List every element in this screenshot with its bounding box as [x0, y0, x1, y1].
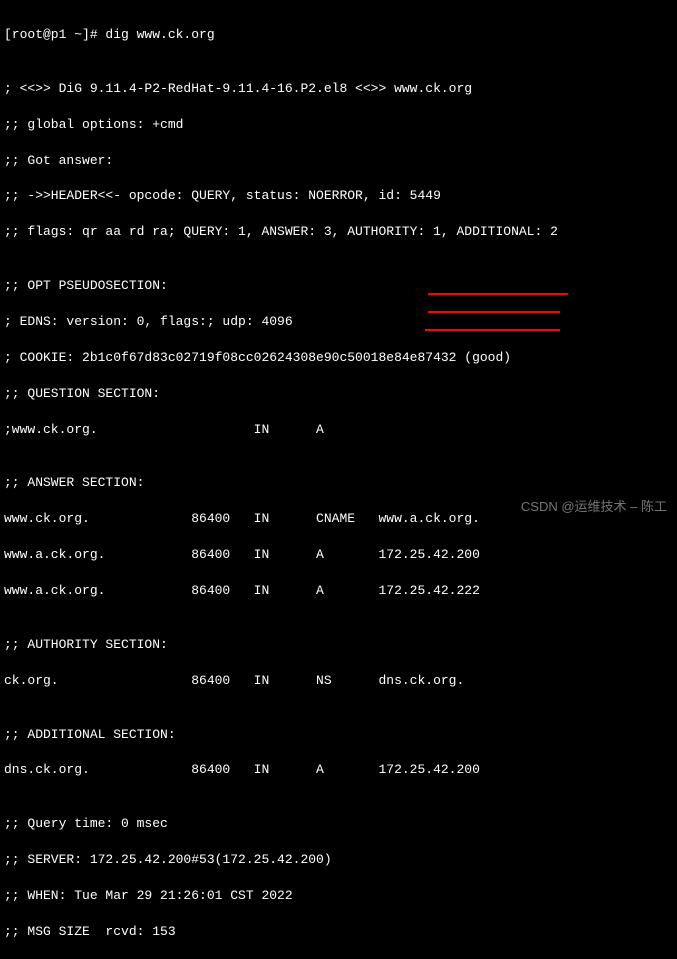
answer-section-title: ;; ANSWER SECTION: — [4, 474, 673, 492]
highlight-underline-ip2 — [425, 329, 560, 331]
server-line: ;; SERVER: 172.25.42.200#53(172.25.42.20… — [4, 851, 673, 869]
header-opcode-line: ;; ->>HEADER<<- opcode: QUERY, status: N… — [4, 187, 673, 205]
opt-section-title: ;; OPT PSEUDOSECTION: — [4, 277, 673, 295]
question-section-title: ;; QUESTION SECTION: — [4, 385, 673, 403]
cookie-line: ; COOKIE: 2b1c0f67d83c02719f08cc02624308… — [4, 349, 673, 367]
answer-record-a1: www.a.ck.org. 86400 IN A 172.25.42.200 — [4, 546, 673, 564]
watermark-text: CSDN @运维技术 – 陈工 — [521, 498, 667, 516]
authority-section-title: ;; AUTHORITY SECTION: — [4, 636, 673, 654]
flags-line: ;; flags: qr aa rd ra; QUERY: 1, ANSWER:… — [4, 223, 673, 241]
when-line: ;; WHEN: Tue Mar 29 21:26:01 CST 2022 — [4, 887, 673, 905]
highlight-underline-cname — [428, 293, 568, 295]
query-time-line: ;; Query time: 0 msec — [4, 815, 673, 833]
additional-record: dns.ck.org. 86400 IN A 172.25.42.200 — [4, 761, 673, 779]
msg-size-line: ;; MSG SIZE rcvd: 153 — [4, 923, 673, 941]
question-record: ;www.ck.org. IN A — [4, 421, 673, 439]
got-answer-line: ;; Got answer: — [4, 152, 673, 170]
edns-line: ; EDNS: version: 0, flags:; udp: 4096 — [4, 313, 673, 331]
terminal-output: [root@p1 ~]# dig www.ck.org ; <<>> DiG 9… — [4, 8, 673, 959]
command-prompt: [root@p1 ~]# dig www.ck.org — [4, 26, 673, 44]
global-options-line: ;; global options: +cmd — [4, 116, 673, 134]
highlight-underline-ip1 — [428, 311, 560, 313]
authority-record: ck.org. 86400 IN NS dns.ck.org. — [4, 672, 673, 690]
additional-section-title: ;; ADDITIONAL SECTION: — [4, 726, 673, 744]
dig-version-line: ; <<>> DiG 9.11.4-P2-RedHat-9.11.4-16.P2… — [4, 80, 673, 98]
answer-record-a2: www.a.ck.org. 86400 IN A 172.25.42.222 — [4, 582, 673, 600]
